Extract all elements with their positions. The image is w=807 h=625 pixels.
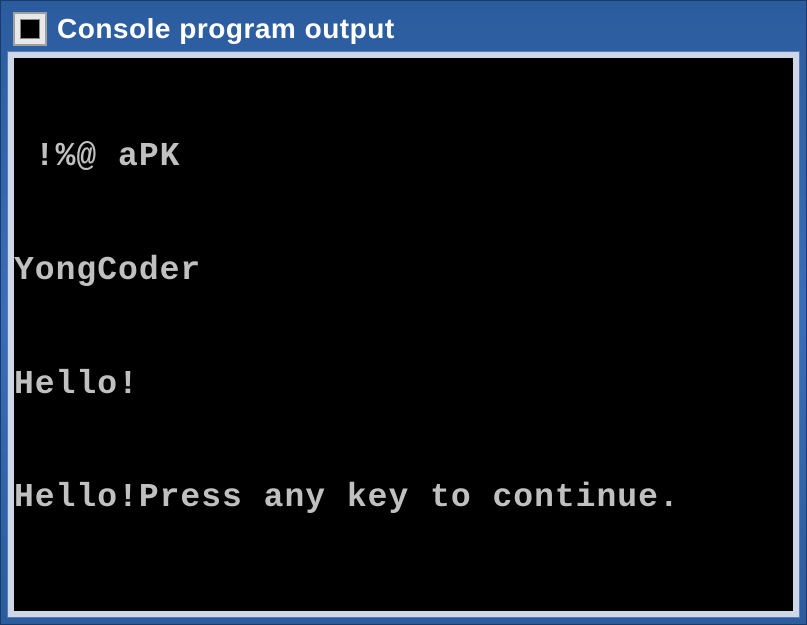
console-line: Hello! xyxy=(14,366,793,404)
window-title: Console program output xyxy=(57,13,395,45)
app-icon xyxy=(13,12,47,46)
console-output[interactable]: !%@ aPK YongCoder Hello! Hello!Press any… xyxy=(14,58,793,611)
console-line: Hello!Press any key to continue. xyxy=(14,479,793,517)
content-frame: !%@ aPK YongCoder Hello! Hello!Press any… xyxy=(7,51,800,618)
cursor-line xyxy=(14,593,793,611)
console-window: Console program output !%@ aPK YongCoder… xyxy=(0,0,807,625)
titlebar[interactable]: Console program output xyxy=(7,7,800,51)
console-line: YongCoder xyxy=(14,252,793,290)
console-line: !%@ aPK xyxy=(14,138,793,176)
